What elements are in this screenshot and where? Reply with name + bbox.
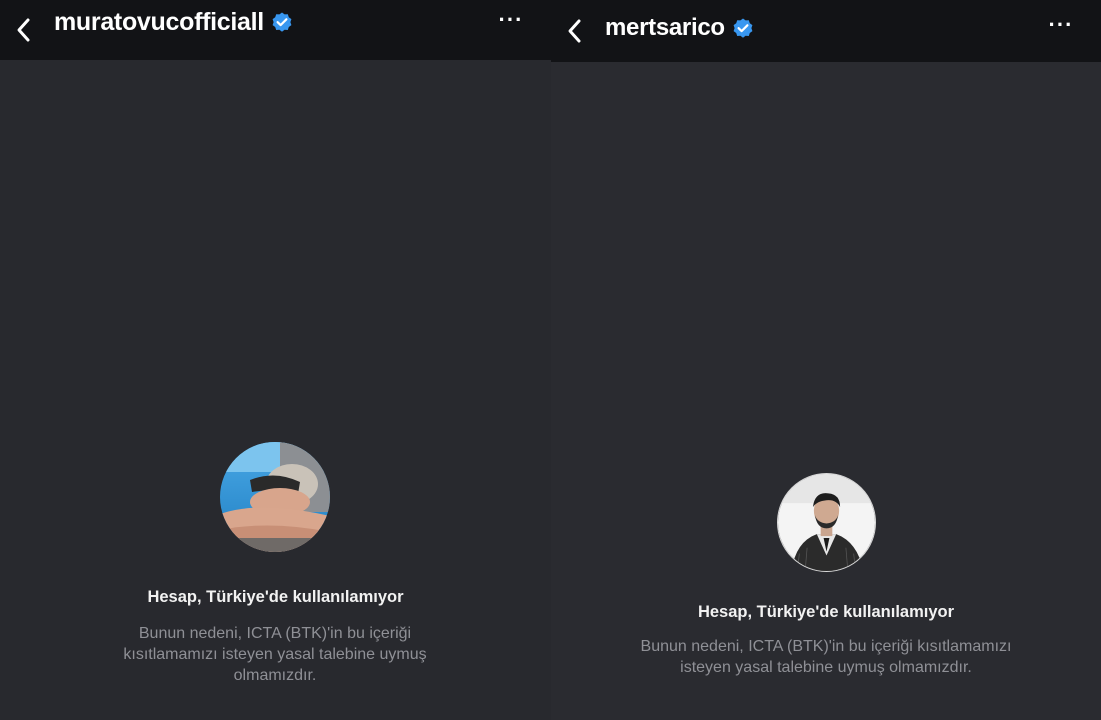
unavailable-heading: Hesap, Türkiye'de kullanılamıyor — [697, 603, 955, 621]
more-options-icon: ··· — [498, 7, 524, 32]
more-options-icon: ··· — [1048, 12, 1074, 37]
verified-badge-icon — [731, 16, 755, 40]
chevron-left-icon — [568, 19, 581, 43]
more-options-button[interactable]: ··· — [489, 0, 533, 50]
more-options-button[interactable]: ··· — [1039, 0, 1083, 56]
username-label: muratovucofficiall — [54, 7, 264, 36]
back-button[interactable] — [2, 0, 46, 60]
avatar-photo — [220, 442, 330, 552]
profile-title: mertsarico — [605, 11, 755, 45]
back-button[interactable] — [553, 0, 597, 62]
profile-avatar — [220, 442, 330, 552]
description-line: Bunun nedeni, ICTA (BTK)'in bu içeriği — [138, 625, 412, 642]
profile-title: muratovucofficiall — [54, 5, 294, 39]
profile-avatar — [777, 473, 876, 572]
unavailable-description: Bunun nedeni, ICTA (BTK)'in bu içeriği k… — [70, 623, 480, 686]
profile-screen-left: muratovucofficiall ··· Hesap, Türkiye'de… — [0, 0, 551, 720]
description-line: Bunun nedeni, ICTA (BTK)'in bu içeriği k… — [640, 638, 1012, 655]
description-line: kısıtlamamızı isteyen yasal talebine uym… — [123, 646, 427, 663]
unavailable-heading: Hesap, Türkiye'de kullanılamıyor — [147, 588, 404, 606]
unavailable-description: Bunun nedeni, ICTA (BTK)'in bu içeriği k… — [591, 636, 1061, 678]
username-label: mertsarico — [605, 14, 725, 41]
verified-badge-icon — [270, 10, 294, 34]
profile-screen-right: mertsarico ··· Hesap, Türkiye'de kullanı… — [551, 0, 1101, 720]
chevron-left-icon — [17, 18, 30, 42]
top-bar: muratovucofficiall ··· — [0, 0, 551, 60]
description-line: isteyen yasal talebine uymuş olmamızdır. — [680, 659, 972, 676]
description-line: olmamızdır. — [233, 667, 317, 684]
top-bar: mertsarico ··· — [551, 0, 1101, 62]
avatar-photo — [778, 474, 875, 571]
